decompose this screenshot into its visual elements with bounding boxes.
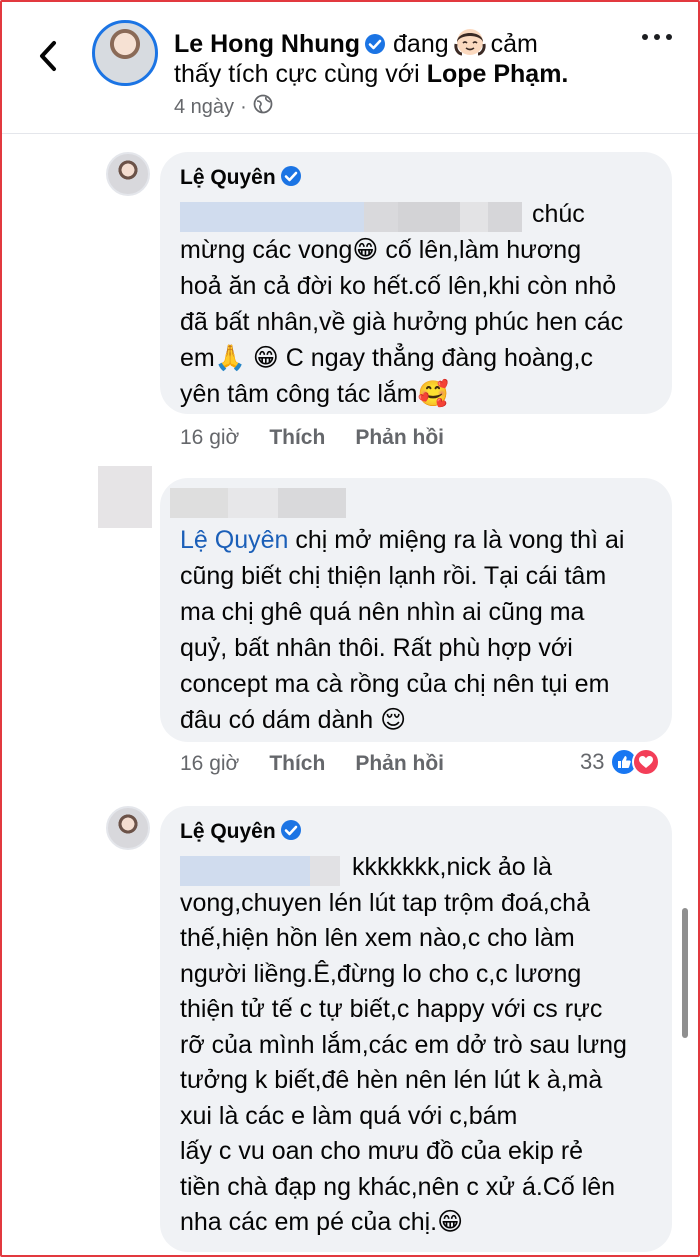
comment-line: em🙏 😁 C ngay thẳng đàng hoàng,c <box>180 344 594 372</box>
commenter-name[interactable]: Lệ Quyên <box>180 818 302 849</box>
comment-line: đã bất nhân,về già hưởng phúc hen các <box>180 308 624 336</box>
reply-button[interactable]: Phản hồi <box>355 752 444 776</box>
redacted-mention <box>180 856 340 886</box>
post-headline-line2: thấy tích cực cùng với Lope Phạm. <box>174 58 568 90</box>
comment-line: người liềng.Ê,đừng lo cho c,c lương <box>180 959 582 988</box>
mention-link[interactable]: Lệ Quyên <box>180 526 288 554</box>
verified-badge-icon <box>280 165 302 195</box>
comment-text: chúc mừng các vong😁 cố lên,làm hương hoả… <box>180 196 623 412</box>
comment-line: tưởng k biết,đê hèn nên lén lút k à,mà <box>180 1066 603 1094</box>
redacted-name <box>170 488 346 518</box>
redacted-mention <box>180 202 522 232</box>
comment-line: rỡ của mình lắm,các em dở trò sau lưng <box>180 1030 627 1059</box>
comment-time[interactable]: 16 giờ <box>180 752 239 776</box>
comment-line: concept ma cà rồng của chị nên tụi em <box>180 670 610 698</box>
comment-line: yên tâm công tác lắm🥰 <box>180 380 449 408</box>
post-time[interactable]: 4 ngày · <box>174 94 273 120</box>
comment-line: cũng biết chị thiện lạnh rồi. Tại cái tâ… <box>180 562 607 590</box>
comment-text: kkkkkkk,nick ảo là vong,chuyen lén lút t… <box>180 850 627 1241</box>
comment-line: quỷ, bất nhân thôi. Rất phù hợp với <box>180 634 573 662</box>
comment-line: thiện tử tế c tự biết,c happy với cs rực <box>180 995 603 1023</box>
reaction-summary[interactable]: 33 <box>580 748 661 776</box>
commenter-avatar[interactable] <box>106 152 150 196</box>
comment-actions: 16 giờ Thích Phản hồi <box>180 752 444 776</box>
comment-line: hoả ăn cả đời ko hết.cố lên,khi còn nhỏ <box>180 272 617 300</box>
like-button[interactable]: Thích <box>269 752 325 776</box>
comment-line: ma chị ghê quá nên nhìn ai cũng ma <box>180 598 585 626</box>
comment-line: lấy c vu oan cho mưu đồ của ekip rẻ <box>180 1137 584 1165</box>
comment-line: kkkkkkk,nick ảo là <box>352 853 553 881</box>
feeling-text: cảm <box>490 30 538 58</box>
scrollbar[interactable] <box>682 908 688 1038</box>
comment-actions: 16 giờ Thích Phản hồi <box>180 426 444 450</box>
comment-line: đâu có dám dành 😌 <box>180 706 407 734</box>
post-header: Le Hong Nhung đang cảm thấy tích cực cùng… <box>0 0 700 134</box>
redacted-avatar[interactable] <box>98 466 152 528</box>
more-dots-icon[interactable] <box>642 34 672 40</box>
tagged-user[interactable]: Lope Phạm. <box>427 60 569 88</box>
commenter-name[interactable]: Lệ Quyên <box>180 164 302 195</box>
commenter-name-label: Lệ Quyên <box>180 166 276 189</box>
comment-time[interactable]: 16 giờ <box>180 426 239 450</box>
author-name[interactable]: Le Hong Nhung <box>174 30 360 58</box>
verified-badge-icon <box>280 819 302 849</box>
comment-line: xui là các e làm quá với c,bám <box>180 1101 518 1130</box>
reply-button[interactable]: Phản hồi <box>355 426 444 450</box>
comment-line: nha các em pé của chị.😁 <box>180 1208 464 1236</box>
commenter-avatar[interactable] <box>106 806 150 850</box>
commenter-name-label: Lệ Quyên <box>180 820 276 843</box>
comment-line: tiền chà đạp ng khác,nên c xử á.Cố lên <box>180 1172 616 1201</box>
feeling-prefix: đang <box>393 30 449 58</box>
post-time-label: 4 ngày <box>174 95 235 118</box>
comment-line: chị mở miệng ra là vong thì ai <box>295 526 625 554</box>
back-arrow-icon[interactable] <box>28 36 68 76</box>
like-button[interactable]: Thích <box>269 426 325 450</box>
author-avatar[interactable] <box>92 20 158 86</box>
comment-line: chúc <box>532 200 585 228</box>
comment-text: Lệ Quyên chị mở miệng ra là vong thì ai … <box>180 522 624 738</box>
reaction-count: 33 <box>580 749 605 774</box>
feeling-text-cont: thấy tích cực cùng với <box>174 60 420 88</box>
comment-line: mừng các vong😁 cố lên,làm hương <box>180 236 582 264</box>
love-reaction-icon <box>632 748 661 776</box>
comment-line: thế,hiện hồn lên xem nào,c cho làm <box>180 924 575 952</box>
globe-icon <box>253 94 273 120</box>
comment-line: vong,chuyen lén lút tap trộm đoá,chả <box>180 888 590 917</box>
